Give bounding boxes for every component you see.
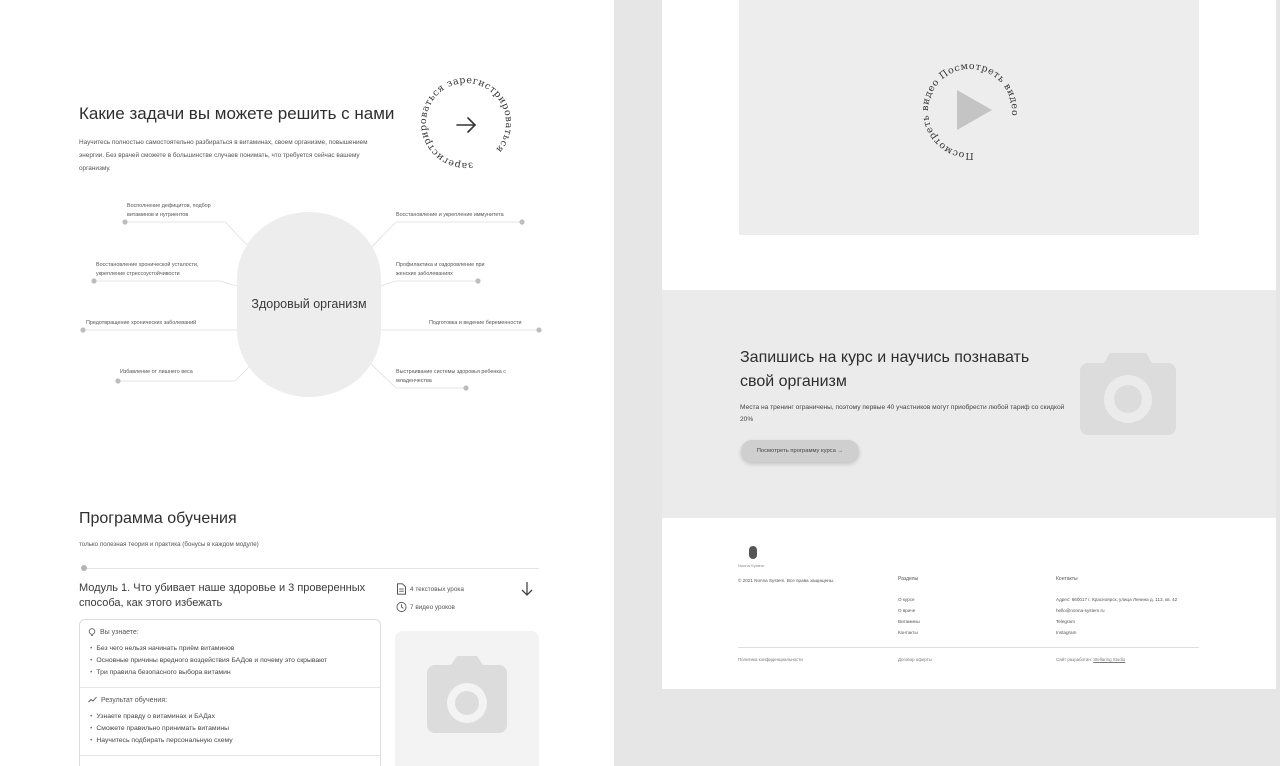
module-info-card: Вы узнаете: Без чего нельзя начинать при… (79, 619, 381, 766)
footer-telegram[interactable]: Telegram (1056, 616, 1177, 627)
footer-sections-heading: Разделы (898, 576, 919, 582)
footer-made-by-prefix: Сайт разработан: (1056, 657, 1094, 662)
program-dot (81, 565, 87, 571)
result-item: Узнаете правду о витаминах и БАДах (90, 711, 233, 723)
tasks-canvas: Какие задачи вы можете решить с нами Нау… (0, 0, 614, 766)
result-icon (88, 696, 97, 703)
result-heading: Результат обучения: (88, 696, 167, 704)
node-right-2: Профилактика и оздоровление при женских … (396, 262, 485, 277)
footer-contacts-heading: Контакты (1056, 576, 1078, 582)
node-right-4: Выстраивание системы здоровья ребенка с … (396, 369, 506, 384)
footer-brand: Nonna System (738, 563, 765, 568)
video-lessons-label: 7 видео уроков (410, 603, 455, 611)
node-dot (463, 385, 469, 391)
footer-privacy-link[interactable]: Политика конфиденциальности (738, 657, 803, 662)
footer-studio-link[interactable]: Stellaring Studio (1093, 657, 1125, 662)
learn-item: Три правила безопасного выбора витамин (90, 667, 327, 679)
lightbulb-icon (88, 628, 96, 636)
node-left-1: Восполнение дефицитов, подбор витаминов … (127, 203, 211, 218)
program-title: Программа обучения (79, 510, 237, 527)
info-divider (80, 687, 380, 688)
text-lessons-label: 4 текстовых урока (410, 585, 464, 593)
footer-divider (738, 647, 1199, 648)
node-dot (122, 219, 128, 225)
learn-heading: Вы узнаете: (88, 628, 139, 637)
footer-logo[interactable] (749, 546, 757, 559)
module-image-placeholder (395, 631, 539, 766)
node-dot (115, 378, 121, 384)
footer-link-doctor[interactable]: О враче (898, 605, 920, 616)
play-icon (957, 90, 992, 130)
footer-link-about[interactable]: О курсе (898, 594, 920, 605)
node-dot (91, 278, 97, 284)
video-ring: Посмотреть видео Посмотреть видео (916, 57, 1024, 166)
signup-description: Места на тренинг ограничены, поэтому пер… (740, 404, 1065, 423)
learn-heading-label: Вы узнаете: (100, 629, 139, 636)
program-subtitle: только полезная теория и практика (бонус… (79, 541, 259, 548)
node-left-2: Восстановление хронической усталости, ук… (96, 262, 199, 277)
module-title[interactable]: Модуль 1. Что убивает наше здоровье и 3 … (79, 581, 379, 611)
footer-made-by: Сайт разработан: Stellaring Studio (1056, 657, 1125, 662)
footer-offer-link[interactable]: Договор оферты (898, 657, 932, 662)
program-divider (84, 568, 539, 569)
footer-sections: О курсе О враче Витамины Контакты (898, 594, 920, 638)
node-dot (80, 327, 86, 333)
result-item: Научитесь подбирать персональную схему (90, 735, 232, 747)
node-dot (475, 278, 481, 284)
result-list: Узнаете правду о витаминах и БАДах Сможе… (90, 711, 233, 747)
learn-list: Без чего нельзя начинать приём витаминов… (90, 643, 327, 679)
result-heading-label: Результат обучения: (101, 696, 168, 704)
node-left-3: Предотвращение хронических заболеваний (86, 320, 197, 326)
video-lessons: 7 видео уроков (396, 601, 455, 613)
camera-placeholder-icon (427, 656, 507, 733)
center-label: Здоровый организм (251, 297, 367, 311)
info-divider (80, 755, 380, 756)
document-icon (397, 583, 406, 595)
footer-email[interactable]: hello@nonna-system.ru (1056, 605, 1177, 616)
footer-copyright: © 2021 Nonna System. Все права защищены. (738, 578, 835, 583)
node-dot (519, 219, 525, 225)
clock-icon (396, 602, 407, 612)
signup-title: Запишись на курс и научись познавать сво… (740, 349, 1030, 390)
view-program-button[interactable]: Посмотреть программу курса → (741, 440, 859, 462)
footer-link-vitamins[interactable]: Витамины (898, 616, 920, 627)
watch-video-badge[interactable]: Посмотреть видео Посмотреть видео (910, 56, 1030, 166)
footer-address: Адрес: 660017 г. Красноярск, улица Ленин… (1056, 597, 1178, 602)
node-right-3: Подготовка и ведение беременности (429, 320, 522, 326)
text-lessons: 4 текстовых урока (396, 583, 464, 595)
node-right-1: Восстановление и укрепление иммунитета (396, 212, 504, 218)
result-item: Сможете правильно принимать витамины (90, 723, 233, 735)
arrow-down-icon[interactable] (520, 580, 534, 598)
footer-instagram[interactable]: Instagram (1056, 627, 1177, 638)
footer (662, 518, 1276, 689)
camera-placeholder-icon (1080, 353, 1176, 435)
footer-contacts: Адрес: 660017 г. Красноярск, улица Ленин… (1056, 594, 1177, 638)
footer-link-contacts[interactable]: Контакты (898, 627, 920, 638)
learn-item: Основные причины вредного воздействия БА… (90, 655, 327, 667)
node-dot (536, 327, 542, 333)
learn-item: Без чего нельзя начинать приём витаминов (90, 643, 327, 655)
node-left-4: Избавление от лишнего веса (120, 369, 193, 375)
